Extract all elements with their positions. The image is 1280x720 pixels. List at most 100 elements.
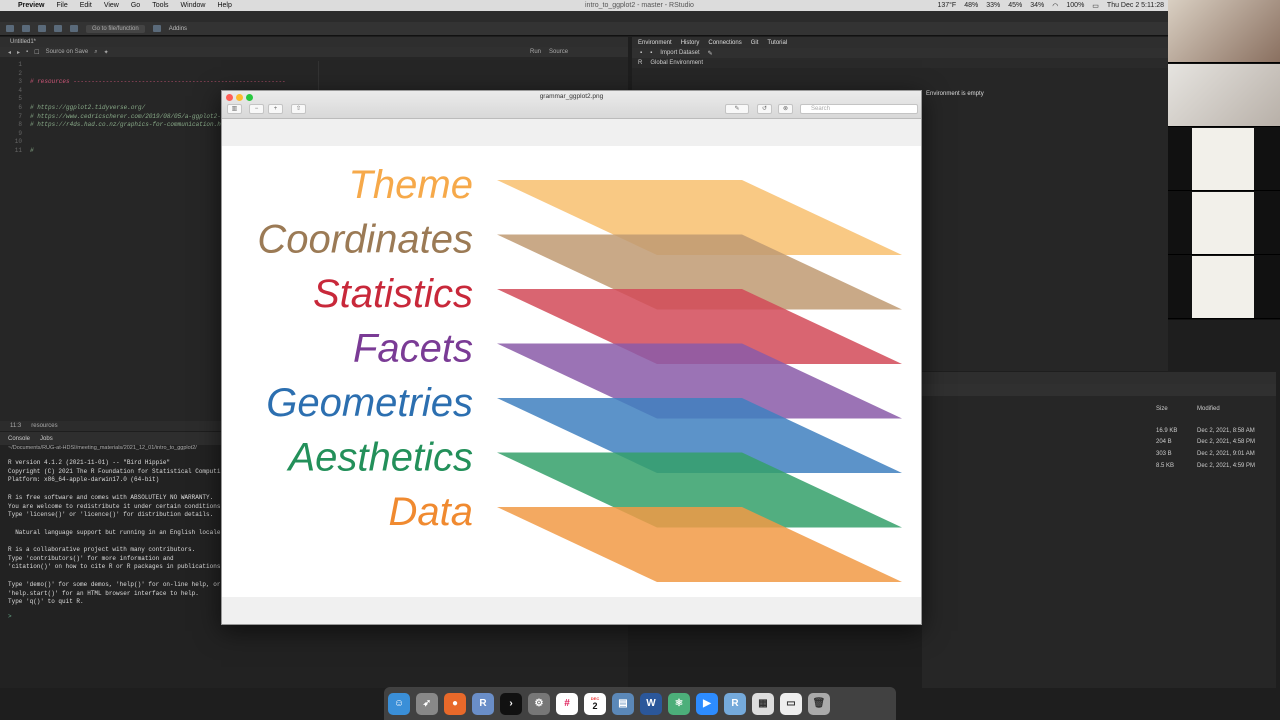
battery-icon[interactable]: ▭	[1092, 2, 1099, 10]
atom-icon[interactable]: ⚛	[668, 692, 690, 715]
preview-icon[interactable]: ▤	[612, 692, 634, 715]
app-menu[interactable]: Preview	[18, 2, 44, 9]
file-row[interactable]: 16.9 KB Dec 2, 2021, 8:58 AM	[922, 428, 1276, 438]
participant-tile[interactable]	[1168, 256, 1280, 319]
save-doc-icon[interactable]: ▪	[26, 49, 28, 55]
tab-git[interactable]: Git	[751, 40, 759, 46]
temp-status[interactable]: 137°F	[937, 2, 956, 10]
annotate-icon[interactable]: ⊗	[778, 104, 793, 114]
word-icon[interactable]: W	[640, 692, 662, 715]
document-icon[interactable]: ▭	[780, 692, 802, 715]
disk-status[interactable]: 45%	[1008, 2, 1022, 10]
participant-tile[interactable]	[1168, 192, 1280, 255]
addins-menu[interactable]: Addins	[169, 26, 187, 32]
section-indicator[interactable]: resources	[31, 423, 57, 429]
line-number: 6	[18, 103, 22, 111]
size-column-header[interactable]: Size	[1156, 406, 1168, 412]
broom-icon[interactable]: ✎	[708, 50, 713, 57]
grid-icon[interactable]	[152, 25, 161, 32]
file-size: 303 B	[1156, 451, 1172, 457]
search-input[interactable]: Search	[800, 104, 918, 114]
file-row[interactable]: 303 B Dec 2, 2021, 9:01 AM	[922, 451, 1276, 461]
tab-environment[interactable]: Environment	[638, 40, 672, 46]
line-number: 9	[18, 129, 22, 137]
tab-console[interactable]: Console	[8, 436, 30, 442]
preview-titlebar[interactable]: grammar_ggplot2.png ▥ − + ⇧ ✎ ↺ ⊗ Search	[222, 91, 921, 119]
r-icon[interactable]: R	[472, 692, 494, 715]
rotate-icon[interactable]: ↺	[757, 104, 772, 114]
code-line[interactable]: # resources ----------------------------…	[30, 78, 286, 87]
terminal-icon[interactable]: ›	[500, 692, 522, 715]
save-workspace-icon[interactable]: ▪	[650, 50, 652, 56]
zoom-icon[interactable]: ▶	[696, 692, 718, 715]
line-number: 5	[18, 95, 22, 103]
menu-bar: Preview File Edit View Go Tools Window H…	[0, 0, 1168, 11]
menu-edit[interactable]: Edit	[80, 2, 92, 9]
menu-view[interactable]: View	[104, 2, 119, 9]
participant-video[interactable]	[1168, 64, 1280, 127]
tab-jobs[interactable]: Jobs	[40, 436, 53, 442]
calendar-icon[interactable]: DEC 2	[584, 692, 606, 715]
line-number: 1	[18, 61, 22, 68]
mem-status[interactable]: 33%	[986, 2, 1000, 10]
print-icon[interactable]	[70, 25, 78, 32]
participant-tile[interactable]	[1168, 128, 1280, 191]
run-button[interactable]: Run	[530, 49, 541, 55]
share-icon[interactable]: ⇧	[291, 104, 306, 114]
source-button[interactable]: Source	[549, 49, 568, 55]
file-row[interactable]: 204 B Dec 2, 2021, 4:58 PM	[922, 439, 1276, 449]
save-icon[interactable]	[54, 25, 62, 32]
wifi-icon[interactable]: ◠	[1052, 2, 1058, 10]
find-icon[interactable]: ⌕	[94, 49, 97, 56]
line-number: 10	[14, 138, 22, 146]
menu-go[interactable]: Go	[131, 2, 140, 9]
forward-icon[interactable]: ▸	[17, 49, 20, 56]
load-workspace-icon[interactable]: ▪	[640, 50, 642, 56]
sidebar-toggle-icon[interactable]: ▥	[227, 104, 242, 114]
participant-video[interactable]	[1168, 0, 1280, 63]
cpu-status[interactable]: 48%	[964, 2, 978, 10]
zoom-in-icon[interactable]: +	[268, 104, 283, 114]
tab-untitled1[interactable]: Untitled1*	[10, 39, 36, 45]
firefox-icon[interactable]: ●	[444, 692, 466, 715]
trash-icon[interactable]: 🗑	[808, 692, 830, 715]
tab-history[interactable]: History	[681, 40, 700, 46]
source-on-save-checkbox[interactable]: ☐	[34, 49, 39, 56]
files-header: Size Modified	[922, 406, 1276, 414]
zoom-out-icon[interactable]: −	[249, 104, 264, 114]
clock[interactable]: Thu Dec 2 5:11:28	[1107, 2, 1164, 10]
import-dataset-button[interactable]: Import Dataset	[660, 50, 699, 56]
launchpad-icon[interactable]: ➶	[416, 692, 438, 715]
slack-icon[interactable]: #	[556, 692, 578, 715]
menu-window[interactable]: Window	[181, 2, 206, 9]
new-project-icon[interactable]	[22, 25, 30, 32]
global-env-select[interactable]: Global Environment	[650, 60, 703, 66]
downloads-icon[interactable]: ▦	[752, 692, 774, 715]
files-tabs	[922, 372, 1276, 384]
tab-connections[interactable]: Connections	[708, 40, 741, 46]
tab-tutorial[interactable]: Tutorial	[767, 40, 787, 46]
menu-file[interactable]: File	[56, 2, 67, 9]
rstudio-icon[interactable]: R	[724, 692, 746, 715]
r-language-select[interactable]: R	[638, 60, 642, 66]
markup-icon[interactable]: ✎	[725, 104, 749, 114]
menu-help[interactable]: Help	[217, 2, 231, 9]
menu-tools[interactable]: Tools	[152, 2, 168, 9]
back-icon[interactable]: ◂	[8, 49, 11, 56]
new-file-icon[interactable]	[6, 25, 14, 32]
code-line[interactable]	[30, 70, 286, 79]
file-modified: Dec 2, 2021, 9:01 AM	[1197, 451, 1255, 457]
net-status[interactable]: 34%	[1030, 2, 1044, 10]
code-line[interactable]	[30, 61, 286, 70]
goto-file-input[interactable]: Go to file/function	[86, 24, 145, 33]
open-file-icon[interactable]	[38, 25, 46, 32]
file-row[interactable]: 8.5 KB Dec 2, 2021, 4:59 PM	[922, 463, 1276, 473]
battery-status[interactable]: 100%	[1066, 2, 1084, 10]
dock: ☺ ➶ ● R › ⚙ # DEC 2 ▤ W ⚛ ▶ R ▦ ▭ 🗑	[384, 687, 896, 720]
layer-label: Theme	[349, 163, 474, 207]
modified-column-header[interactable]: Modified	[1197, 406, 1220, 412]
finder-icon[interactable]: ☺	[388, 692, 410, 715]
wand-icon[interactable]: ✦	[104, 49, 109, 56]
settings-icon[interactable]: ⚙	[528, 692, 550, 715]
file-modified: Dec 2, 2021, 8:58 AM	[1197, 428, 1255, 434]
